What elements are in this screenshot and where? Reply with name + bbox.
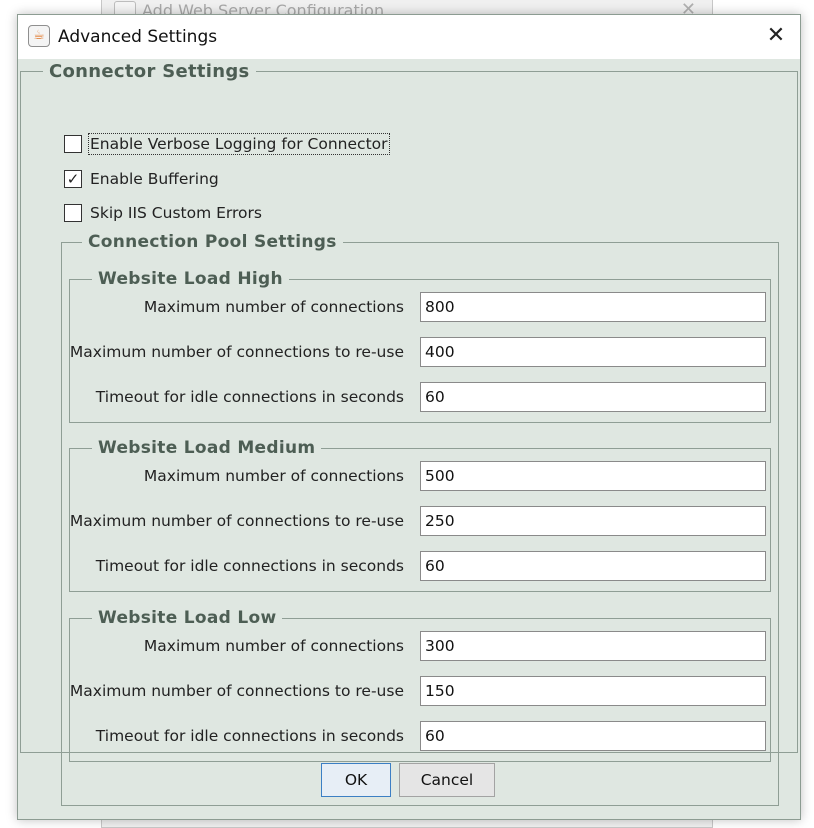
connector-settings-legend: Connector Settings — [49, 61, 250, 82]
idle-timeout-row: Timeout for idle connections in seconds — [70, 721, 770, 751]
website-load-low-group: Website Load Low Maximum number of conne… — [69, 608, 771, 762]
max-reuse-label: Maximum number of connections to re-use — [69, 512, 404, 530]
website-load-low-legend: Website Load Low — [98, 608, 277, 628]
medium-max-reuse-input[interactable] — [420, 506, 766, 536]
buffering-option[interactable]: ✓ Enable Buffering — [64, 167, 219, 191]
idle-timeout-label: Timeout for idle connections in seconds — [95, 727, 404, 745]
idle-timeout-label: Timeout for idle connections in seconds — [95, 388, 404, 406]
website-load-high-group: Website Load High Maximum number of conn… — [69, 269, 771, 423]
skip-iis-errors-label[interactable]: Skip IIS Custom Errors — [90, 204, 262, 222]
website-load-medium-group: Website Load Medium Maximum number of co… — [69, 438, 771, 592]
medium-idle-timeout-input[interactable] — [420, 551, 766, 581]
max-connections-row: Maximum number of connections — [70, 292, 770, 322]
advanced-settings-dialog: ☕ Advanced Settings ✕ Connector Settings… — [17, 14, 801, 820]
ok-button[interactable]: OK — [321, 763, 391, 797]
skip-iis-errors-checkbox[interactable] — [64, 204, 82, 222]
verbose-logging-option[interactable]: Enable Verbose Logging for Connector — [64, 132, 390, 156]
max-reuse-row: Maximum number of connections to re-use — [70, 506, 770, 536]
low-max-reuse-input[interactable] — [420, 676, 766, 706]
verbose-logging-label[interactable]: Enable Verbose Logging for Connector — [88, 133, 390, 155]
connection-pool-legend: Connection Pool Settings — [88, 232, 337, 252]
dialog-title: Advanced Settings — [58, 27, 218, 47]
cancel-button[interactable]: Cancel — [399, 763, 495, 797]
max-connections-label: Maximum number of connections — [143, 637, 404, 655]
website-load-high-legend: Website Load High — [98, 269, 283, 289]
max-connections-label: Maximum number of connections — [143, 467, 404, 485]
high-idle-timeout-input[interactable] — [420, 382, 766, 412]
website-load-medium-legend: Website Load Medium — [98, 438, 316, 458]
verbose-logging-checkbox[interactable] — [64, 135, 82, 153]
max-reuse-row: Maximum number of connections to re-use — [70, 676, 770, 706]
low-idle-timeout-input[interactable] — [420, 721, 766, 751]
idle-timeout-label: Timeout for idle connections in seconds — [95, 557, 404, 575]
close-button[interactable]: ✕ — [752, 15, 800, 59]
max-reuse-label: Maximum number of connections to re-use — [69, 682, 404, 700]
skip-iis-errors-option[interactable]: Skip IIS Custom Errors — [64, 201, 262, 225]
idle-timeout-row: Timeout for idle connections in seconds — [70, 382, 770, 412]
high-max-reuse-input[interactable] — [420, 337, 766, 367]
connector-settings-group: Connector Settings Enable Verbose Loggin… — [20, 61, 798, 806]
max-connections-row: Maximum number of connections — [70, 461, 770, 491]
buffering-checkbox[interactable]: ✓ — [64, 170, 82, 188]
connection-pool-settings-group: Connection Pool Settings Website Load Hi… — [61, 232, 779, 806]
max-reuse-row: Maximum number of connections to re-use — [70, 337, 770, 367]
java-cup-icon: ☕ — [28, 25, 50, 47]
medium-max-connections-input[interactable] — [420, 461, 766, 491]
low-max-connections-input[interactable] — [420, 631, 766, 661]
buffering-label[interactable]: Enable Buffering — [90, 170, 219, 188]
max-connections-row: Maximum number of connections — [70, 631, 770, 661]
idle-timeout-row: Timeout for idle connections in seconds — [70, 551, 770, 581]
max-connections-label: Maximum number of connections — [143, 298, 404, 316]
high-max-connections-input[interactable] — [420, 292, 766, 322]
max-reuse-label: Maximum number of connections to re-use — [69, 343, 404, 361]
title-bar: ☕ Advanced Settings ✕ — [18, 15, 800, 59]
